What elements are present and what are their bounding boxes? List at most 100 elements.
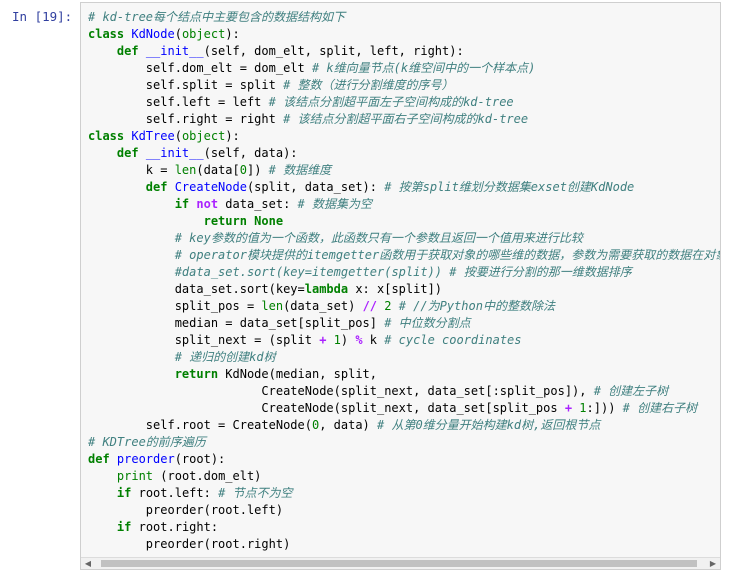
code-token: (root):: [174, 452, 226, 466]
code-line: class KdNode(object):: [88, 26, 720, 43]
code-line: CreateNode(split_next, data_set[split_po…: [88, 400, 720, 417]
code-token: # key参数的值为一个函数，此函数只有一个参数且返回一个值用来进行比较: [174, 231, 583, 245]
code-token: +: [564, 401, 580, 415]
code-line: CreateNode(split_next, data_set[:split_p…: [88, 383, 720, 400]
code-token: =: [239, 61, 255, 75]
code-token: //: [362, 299, 378, 313]
code-token: :])): [586, 401, 623, 415]
code-token: root.left:: [138, 486, 219, 500]
code-line: preorder(root.right): [88, 536, 720, 553]
code-token: , data): [319, 418, 377, 432]
code-token: len: [261, 299, 284, 313]
code-token: # cycle coordinates: [384, 333, 522, 347]
code-token: ): [340, 333, 356, 347]
code-line: class KdTree(object):: [88, 128, 720, 145]
code-line: return None: [88, 213, 720, 230]
code-token: data_set:: [225, 197, 298, 211]
code-line: # key参数的值为一个函数，此函数只有一个参数且返回一个值用来进行比较: [88, 230, 720, 247]
code-token: median = data_set[split_pos]: [88, 316, 385, 330]
code-token: KdNode(median, split,: [225, 367, 377, 381]
code-token: preorder: [116, 452, 175, 466]
scroll-right-arrow-icon[interactable]: ▶: [708, 559, 718, 568]
code-token: 0: [239, 163, 247, 177]
code-cell[interactable]: # kd-tree每个结点中主要包含的数据结构如下 class KdNode(ob…: [80, 2, 721, 570]
code-line: self.right = right # 该结点分割超平面右子空间构成的kd-t…: [88, 111, 720, 128]
code-line: return KdNode(median, split,: [88, 366, 720, 383]
code-token: # 中位数分割点: [384, 316, 471, 330]
code-token: ):: [225, 27, 240, 41]
code-token: CreateNode(split_next, data_set[split_po…: [88, 401, 565, 415]
code-line: def __init__(self, data):: [88, 145, 720, 162]
code-token: object: [181, 27, 226, 41]
scroll-left-arrow-icon[interactable]: ◀: [83, 559, 93, 568]
code-line: preorder(root.left): [88, 502, 720, 519]
code-token: object: [181, 129, 226, 143]
code-token: (data[: [196, 163, 240, 177]
code-token: None: [254, 214, 284, 228]
code-token: # 数据集为空: [297, 197, 372, 211]
code-line: #data_set.sort(key=itemgetter(split)) # …: [88, 264, 720, 281]
code-token: # 数据维度: [268, 163, 332, 177]
code-token: # //为Python中的整数除法: [398, 299, 555, 313]
code-token: +: [319, 333, 334, 347]
code-token: self.dom_elt: [88, 61, 240, 75]
code-token: KdTree: [131, 129, 175, 143]
code-line: # kd-tree每个结点中主要包含的数据结构如下: [88, 9, 720, 26]
code-line: self.left = left # 该结点分割超平面左子空间构成的kd-tre…: [88, 94, 720, 111]
code-token: x: x[split]): [355, 282, 443, 296]
code-token: # 按第split维划分数据集exset创建KdNode: [384, 180, 635, 194]
code-line: median = data_set[split_pos] # 中位数分割点: [88, 315, 720, 332]
code-token: print: [116, 469, 161, 483]
code-token: preorder(root.left): [88, 503, 284, 517]
code-token: split_next = (split: [88, 333, 320, 347]
code-editor[interactable]: # kd-tree每个结点中主要包含的数据结构如下 class KdNode(ob…: [88, 9, 720, 553]
code-token: (data_set): [283, 299, 363, 313]
code-token: ]): [246, 163, 269, 177]
code-token: k =: [88, 163, 175, 177]
code-token: # k维向量节点(k维空间中的一个样本点): [311, 61, 536, 75]
horizontal-scrollbar[interactable]: ◀ ▶: [81, 557, 720, 569]
code-token: # 创建左子树: [593, 384, 669, 398]
code-token: not: [196, 197, 226, 211]
code-line: def CreateNode(split, data_set): # 按第spl…: [88, 179, 720, 196]
code-token: (: [174, 27, 182, 41]
code-token: split_pos =: [88, 299, 262, 313]
code-token: root.right:: [138, 520, 219, 534]
code-token: 1: [333, 333, 341, 347]
code-line: if root.right:: [88, 519, 720, 536]
code-line: self.root = CreateNode(0, data) # 从第0维分量…: [88, 417, 720, 434]
code-token: def: [145, 180, 175, 194]
code-token: data_set.sort(key=: [88, 282, 305, 296]
code-line: print (root.dom_elt): [88, 468, 720, 485]
code-line: k = len(data[0]) # 数据维度: [88, 162, 720, 179]
code-line: split_next = (split + 1) % k # cycle coo…: [88, 332, 720, 349]
code-token: lambda: [304, 282, 356, 296]
code-token: KdNode: [131, 27, 175, 41]
code-token: (: [174, 129, 182, 143]
code-token: CreateNode(split_next, data_set[:split_p…: [88, 384, 594, 398]
code-token: return: [174, 367, 226, 381]
code-line: def preorder(root):: [88, 451, 720, 468]
code-token: (self, data):: [203, 146, 298, 160]
code-token: def: [88, 452, 117, 466]
code-line: # operator模块提供的itemgetter函数用于获取对象的哪些维的数据…: [88, 247, 720, 264]
scrollbar-thumb[interactable]: [101, 560, 697, 567]
code-line: self.dom_elt = dom_elt # k维向量节点(k维空间中的一个…: [88, 60, 720, 77]
code-token: k: [369, 333, 385, 347]
code-line: if root.left: # 节点不为空: [88, 485, 720, 502]
code-token: self.left = left: [88, 95, 269, 109]
code-token: __init__: [145, 44, 204, 58]
code-token: (split, data_set):: [246, 180, 385, 194]
code-token: 1: [579, 401, 587, 415]
code-line: # 递归的创建kd树: [88, 349, 720, 366]
